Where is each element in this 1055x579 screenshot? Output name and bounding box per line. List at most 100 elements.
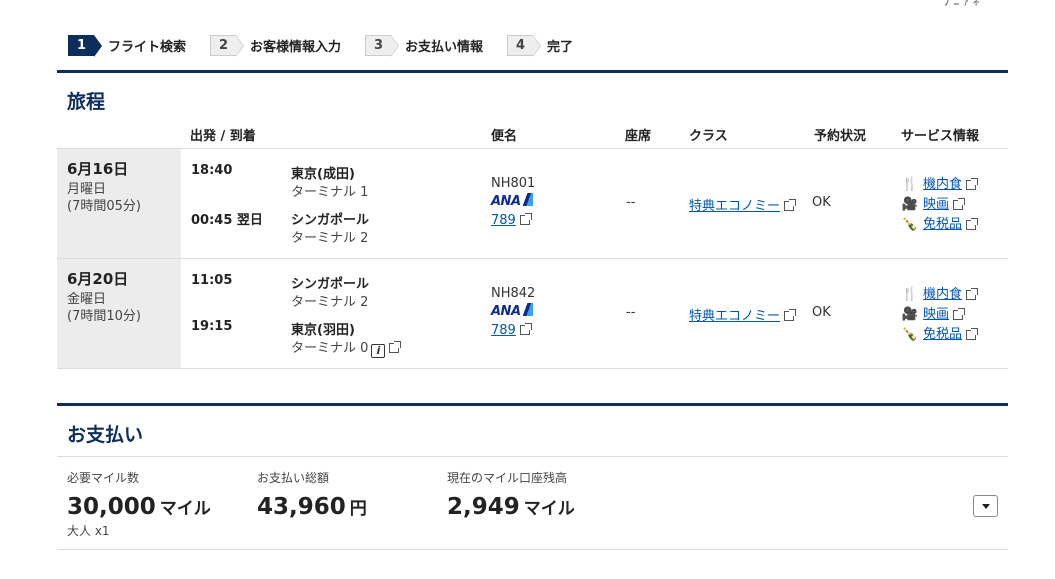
arrival-terminal: ターミナル 2 bbox=[291, 231, 369, 246]
service-link[interactable]: 機内食 bbox=[923, 175, 962, 195]
flight-duration: (7時間05分) bbox=[67, 199, 141, 214]
arrival-terminal: ターミナル 0i bbox=[291, 337, 402, 358]
booking-status: OK bbox=[812, 195, 831, 210]
external-link-icon bbox=[966, 178, 979, 190]
step-label: お支払い情報 bbox=[405, 40, 484, 55]
departure-terminal: ターミナル 1 bbox=[291, 185, 369, 200]
step-customer-info: 2 お客様情報入力 bbox=[210, 35, 342, 57]
header-status: 予約状況 bbox=[814, 129, 867, 144]
movie-icon: 🎥 bbox=[901, 307, 919, 322]
seat-value: -- bbox=[626, 305, 636, 320]
date-cell: 6月20日 金曜日 (7時間10分) bbox=[57, 259, 181, 368]
aircraft-type[interactable]: 789 bbox=[491, 213, 516, 228]
external-link-icon[interactable] bbox=[389, 341, 402, 353]
dutyfree-icon: 🍾 bbox=[901, 327, 919, 342]
yen-unit: 円 bbox=[349, 499, 367, 519]
meal-icon: 🍴 bbox=[901, 177, 919, 192]
info-icon[interactable]: i bbox=[371, 344, 386, 358]
departure-terminal: ターミナル 2 bbox=[291, 295, 369, 310]
service-list: 🍴 機内食 🎥 映画 🍾 免税品 bbox=[901, 285, 979, 345]
flight-row: 6月16日 月曜日 (7時間05分) 18:40 東京(成田) ターミナル 1 … bbox=[57, 149, 1008, 259]
itinerary-header-row: 出発 / 到着 便名 座席 クラス 予約状況 サービス情報 bbox=[57, 123, 1008, 149]
required-miles-label: 必要マイル数 bbox=[67, 471, 140, 485]
step-number: 1 bbox=[68, 35, 102, 57]
terminal-text: ターミナル 0 bbox=[291, 341, 369, 356]
step-label: 完了 bbox=[547, 40, 574, 55]
service-dutyfree[interactable]: 🍾 免税品 bbox=[901, 215, 979, 235]
service-link[interactable]: 免税品 bbox=[923, 215, 962, 235]
step-complete: 4 完了 bbox=[507, 35, 574, 57]
miles-unit: マイル bbox=[159, 499, 211, 519]
class-link[interactable]: 特典エコノミー bbox=[689, 305, 797, 324]
aircraft-type[interactable]: 789 bbox=[491, 323, 516, 338]
step-flight-search: 1 フライト検索 bbox=[68, 35, 187, 57]
payment-summary: 必要マイル数 30,000 マイル 大人 x1 お支払い総額 43,960 円 現在… bbox=[57, 456, 1008, 550]
meal-icon: 🍴 bbox=[901, 287, 919, 302]
itinerary-title: 旅程 bbox=[67, 91, 106, 113]
flight-date: 6月20日 bbox=[67, 270, 129, 288]
flight-number: NH842 bbox=[491, 286, 536, 301]
date-cell: 6月16日 月曜日 (7時間05分) bbox=[57, 149, 181, 258]
service-link[interactable]: 免税品 bbox=[923, 325, 962, 345]
total-payment-value-row: 43,960 円 bbox=[257, 494, 367, 520]
header-seat: 座席 bbox=[625, 129, 652, 144]
fare-class[interactable]: 特典エコノミー bbox=[689, 199, 780, 214]
flight-duration: (7時間10分) bbox=[67, 309, 141, 324]
payment-title: お支払い bbox=[67, 424, 144, 446]
airline-name: ANA bbox=[491, 304, 521, 319]
external-link-icon bbox=[966, 288, 979, 300]
service-link[interactable]: 機内食 bbox=[923, 285, 962, 305]
total-payment: お支払い総額 43,960 円 bbox=[257, 469, 367, 520]
service-link[interactable]: 映画 bbox=[923, 305, 949, 325]
flight-row: 6月20日 金曜日 (7時間10分) 11:05 シンガポール ターミナル 2 … bbox=[57, 259, 1008, 369]
service-meal[interactable]: 🍴 機内食 bbox=[901, 285, 979, 305]
service-dutyfree[interactable]: 🍾 免税品 bbox=[901, 325, 979, 345]
flight-number: NH801 bbox=[491, 176, 536, 191]
chevron-down-icon bbox=[981, 503, 990, 509]
mile-balance-value-row: 2,949 マイル bbox=[447, 494, 575, 520]
external-link-icon bbox=[784, 309, 797, 321]
progress-stepper: 1 フライト検索 2 お客様情報入力 3 お支払い情報 4 完了 bbox=[68, 35, 597, 57]
mile-balance-label: 現在のマイル口座残高 bbox=[447, 471, 568, 485]
required-miles: 必要マイル数 30,000 マイル 大人 x1 bbox=[67, 469, 211, 539]
passenger-count: 大人 x1 bbox=[67, 524, 110, 538]
flight-weekday: 月曜日 bbox=[67, 182, 107, 197]
aircraft-link[interactable]: 789 bbox=[491, 213, 532, 228]
service-movie[interactable]: 🎥 映画 bbox=[901, 195, 976, 215]
itinerary-section: 旅程 出発 / 到着 便名 座席 クラス 予約状況 サービス情報 6月16日 月… bbox=[57, 70, 1008, 369]
total-payment-label: お支払い総額 bbox=[257, 471, 330, 485]
external-link-icon bbox=[966, 218, 979, 230]
service-meal[interactable]: 🍴 機内食 bbox=[901, 175, 979, 195]
header-flight: 便名 bbox=[491, 129, 518, 144]
ana-logo: ANA bbox=[491, 303, 533, 319]
header-service: サービス情報 bbox=[901, 129, 980, 144]
header-fragment: ﾌ ﾆ ｧ ﾈﾟ bbox=[943, 0, 985, 8]
miles-unit: マイル bbox=[523, 499, 575, 519]
step-number: 4 bbox=[507, 35, 542, 57]
payment-section: お支払い 必要マイル数 30,000 マイル 大人 x1 お支払い総額 43,96… bbox=[57, 403, 1008, 550]
arrival-time: 00:45 翌日 bbox=[191, 213, 263, 228]
flight-weekday: 金曜日 bbox=[67, 292, 107, 307]
departure-city: 東京(成田) bbox=[291, 167, 355, 182]
service-list: 🍴 機内食 🎥 映画 🍾 免税品 bbox=[901, 175, 979, 235]
expand-details-button[interactable] bbox=[973, 495, 998, 517]
step-number: 3 bbox=[365, 35, 400, 57]
external-link-icon bbox=[519, 213, 532, 225]
required-miles-value: 30,000 bbox=[67, 494, 156, 520]
dutyfree-icon: 🍾 bbox=[901, 217, 919, 232]
class-link[interactable]: 特典エコノミー bbox=[689, 195, 797, 214]
arrival-time: 19:15 bbox=[191, 319, 233, 334]
seat-value: -- bbox=[626, 195, 636, 210]
service-movie[interactable]: 🎥 映画 bbox=[901, 305, 976, 325]
step-label: お客様情報入力 bbox=[250, 40, 342, 55]
departure-city: シンガポール bbox=[291, 277, 370, 292]
movie-icon: 🎥 bbox=[901, 197, 919, 212]
booking-status: OK bbox=[812, 305, 831, 320]
step-label: フライト検索 bbox=[108, 40, 187, 55]
departure-time: 18:40 bbox=[191, 163, 233, 178]
aircraft-link[interactable]: 789 bbox=[491, 323, 532, 338]
fare-class[interactable]: 特典エコノミー bbox=[689, 309, 780, 324]
service-link[interactable]: 映画 bbox=[923, 195, 949, 215]
flight-date: 6月16日 bbox=[67, 160, 129, 178]
total-payment-value: 43,960 bbox=[257, 494, 346, 520]
